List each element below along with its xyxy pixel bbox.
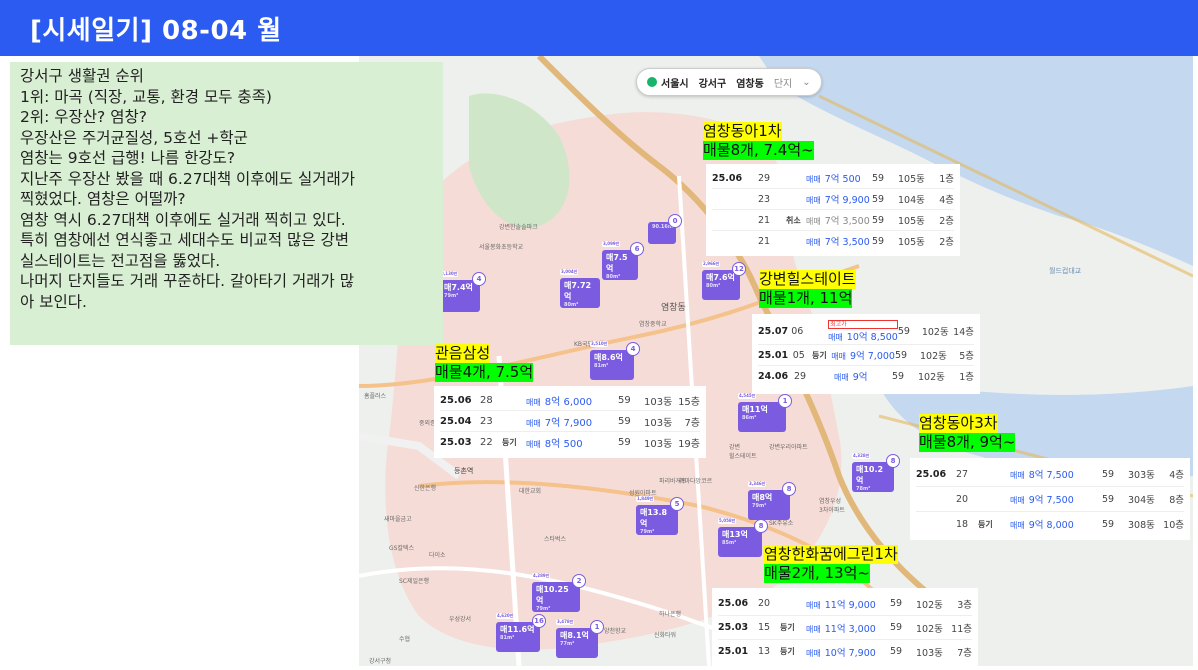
complex-name: 염창동아3차 bbox=[919, 414, 998, 433]
price-marker[interactable]: 90.16m² 0 bbox=[648, 214, 682, 244]
trade-row: 25.01 05 등기 매매 9억 7,000 59 102동 5층 bbox=[758, 345, 974, 366]
note-line: 우장산은 주거균질성, 5호선 +학군 bbox=[20, 128, 248, 147]
place-label: 신화타워 bbox=[654, 632, 677, 639]
note-line: 지난주 우장산 봤을 때 6.27대책 이후에도 실거래가 bbox=[20, 169, 356, 188]
complex-name: 염창한화꿈에그린1차 bbox=[764, 545, 898, 564]
place-label: 3차아파트 bbox=[819, 507, 845, 514]
complex-name: 관음삼성 bbox=[435, 344, 491, 363]
place-label: 등촌역 bbox=[454, 467, 474, 475]
chevron-down-icon[interactable]: ⌄ bbox=[802, 77, 810, 88]
price-marker[interactable]: 3,130만 매7.4억 79m² 4 bbox=[440, 271, 486, 312]
trade-row: 23 매매 7억 9,900 59 104동 4층 bbox=[712, 189, 954, 210]
note-line: 염창는 9호선 급행! 나름 한강도? bbox=[20, 149, 236, 167]
complex-label: 강변힐스테이트 매물1개, 11억 bbox=[759, 270, 856, 308]
complex-filter[interactable]: 단지 bbox=[774, 75, 792, 90]
trade-row: 25.06 29 매매 7억 500 59 105동 1층 bbox=[712, 168, 954, 189]
place-label: 대한교회 bbox=[519, 488, 542, 495]
place-label: 서울봉화초등학교 bbox=[479, 244, 524, 251]
location-district[interactable]: 강서구 bbox=[699, 75, 727, 90]
location-filter-bar[interactable]: 서울시 강서구 염창동 단지 ⌄ bbox=[636, 68, 822, 96]
place-label: 힐스테이트 bbox=[729, 453, 757, 460]
complex-label: 염창한화꿈에그린1차 매물2개, 13억~ bbox=[764, 545, 898, 583]
trade-table: 25.06 20 매매 11억 9,000 59 102동 3층 25.03 15… bbox=[712, 588, 978, 666]
complex-summary: 매물4개, 7.5억 bbox=[435, 363, 534, 382]
trade-row: 25.04 23 매매 7억 7,900 59 103동 7층 bbox=[440, 411, 700, 432]
place-label: GS칼텍스 bbox=[389, 545, 415, 552]
place-label: 염창중학교 bbox=[639, 321, 667, 328]
note-line: 특히 염창에선 연식좋고 세대수도 비교적 많은 강변 bbox=[20, 231, 350, 249]
trade-row: 24.06 29 매매 9억 59 102동 1층 bbox=[758, 370, 974, 384]
complex-label: 염창동아1차 매물8개, 7.4억~ bbox=[703, 122, 814, 160]
trade-row: 21 매매 7억 3,500 59 105동 2층 bbox=[758, 235, 954, 249]
price-marker[interactable]: 4,620만 매11.6억 81m² 16 bbox=[496, 613, 546, 652]
place-label: 강변우리아파트 bbox=[769, 444, 808, 451]
complex-label: 염창동아3차 매물8개, 9억~ bbox=[919, 414, 1016, 452]
complex-summary: 매물2개, 13억~ bbox=[764, 564, 870, 583]
complex-summary: 매물1개, 11억 bbox=[759, 289, 853, 308]
complex-name: 염창동아1차 bbox=[703, 122, 782, 141]
trade-row: 25.07 06 최고가 매매 10억 8,500 59 102동 14층 bbox=[758, 318, 974, 345]
note-line: 강서구 생활권 순위 bbox=[20, 67, 144, 85]
place-label: 월드컵대교 bbox=[1049, 267, 1082, 275]
price-marker[interactable]: 2,966만 매7.6억 80m² 12 bbox=[702, 261, 746, 300]
price-marker[interactable]: 3,004만 매7.72억 80m² bbox=[560, 269, 600, 308]
price-marker[interactable]: 4,545만 매11억 86m² 1 bbox=[738, 393, 792, 432]
place-label: 염창우성 bbox=[819, 498, 842, 505]
record-high-badge: 최고가 bbox=[828, 319, 898, 329]
trade-row: 25.03 15 등기 매매 11억 3,000 59 102동 11층 bbox=[718, 616, 972, 640]
place-label: 스타벅스 bbox=[544, 536, 567, 543]
complex-summary: 매물8개, 7.4억~ bbox=[703, 141, 814, 160]
price-marker[interactable]: 3,099만 매7.5억 80m² 6 bbox=[602, 241, 644, 280]
complex-label: 관음삼성 매물4개, 7.5억 bbox=[435, 344, 534, 382]
note-line: 실스테이트는 전고점을 뚫었다. bbox=[20, 251, 221, 270]
note-line: 염창 역시 6.27대책 이후에도 실거래 찍히고 있다. bbox=[20, 210, 346, 229]
trade-row: 18 등기 매매 9억 8,000 59 308동 10층 bbox=[956, 518, 1184, 532]
location-pin-icon bbox=[647, 77, 657, 87]
place-label: 강변한솔솔파크 bbox=[499, 224, 538, 231]
note-line: 나머지 단지들도 거래 꾸준하다. 갈아타기 거래가 많 bbox=[20, 272, 354, 290]
price-marker[interactable]: 4,328만 매10.2억 78m² 8 bbox=[852, 453, 900, 492]
complex-name: 강변힐스테이트 bbox=[759, 270, 856, 289]
note-line: 1위: 마곡 (직장, 교통, 환경 모두 충족) bbox=[20, 87, 272, 106]
price-marker[interactable]: 5,058만 매13억 85m² 8 bbox=[718, 518, 768, 557]
trade-row: 21 취소 매매 7억 3,500 59 105동 2층 bbox=[712, 210, 954, 231]
place-label: 우성강서 bbox=[449, 616, 472, 623]
note-line: 아 보인다. bbox=[20, 292, 87, 311]
complex-summary: 매물8개, 9억~ bbox=[919, 433, 1016, 452]
place-label-yeomchang: 염창동 bbox=[661, 303, 686, 313]
place-label: 양천향교 bbox=[604, 628, 627, 635]
place-label: 파리바게트 bbox=[659, 478, 687, 485]
trade-table: 25.07 06 최고가 매매 10억 8,500 59 102동 14층 25.0… bbox=[752, 314, 980, 394]
trade-table: 25.06 28 매매 8억 6,000 59 103동 15층 25.04 23… bbox=[434, 386, 706, 458]
place-label: 다이소 bbox=[429, 552, 446, 559]
trade-row: 20 매매 9억 7,500 59 304동 8층 bbox=[916, 487, 1184, 512]
trade-row: 25.06 20 매매 11억 9,000 59 102동 3층 bbox=[718, 592, 972, 616]
trade-table: 25.06 27 매매 8억 7,500 59 303동 4층 20 매매 9억 7… bbox=[910, 458, 1190, 540]
place-label: 홈플러스 bbox=[364, 393, 387, 400]
trade-row: 25.06 27 매매 8억 7,500 59 303동 4층 bbox=[916, 462, 1184, 487]
price-marker[interactable]: 3,346만 매8억 79m² 8 bbox=[748, 481, 796, 520]
place-label: 강서구청 bbox=[369, 658, 392, 665]
place-label: 하나은행 bbox=[659, 611, 682, 618]
location-city[interactable]: 서울시 bbox=[661, 75, 689, 90]
place-label: 새마을금고 bbox=[384, 516, 412, 523]
location-dong[interactable]: 염창동 bbox=[736, 75, 764, 90]
trade-row: 25.03 22 등기 매매 8억 500 59 103동 19층 bbox=[440, 436, 700, 450]
note-line: 2위: 우장산? 염창? bbox=[20, 108, 147, 126]
place-label: SC제일은행 bbox=[399, 578, 430, 585]
trade-table: 25.06 29 매매 7억 500 59 105동 1층 23 매매 7억 9,9… bbox=[706, 164, 960, 256]
place-label: 강변 bbox=[729, 444, 741, 451]
price-marker[interactable]: 1,849만 매13.8억 79m² 5 bbox=[636, 496, 684, 535]
place-label: 수협 bbox=[399, 636, 411, 643]
slide-header: [시세일기] 08-04 월 bbox=[0, 0, 1198, 56]
trade-row: 25.01 13 등기 매매 10억 7,900 59 103동 7층 bbox=[718, 646, 972, 659]
note-line: 찍혔었다. 염창은 어떨까? bbox=[20, 190, 186, 208]
price-marker[interactable]: 3,510만 매8.6억 81m² 4 bbox=[590, 341, 640, 380]
price-marker[interactable]: 3,478만 매8.1억 77m² 1 bbox=[556, 619, 604, 658]
place-label: 신한은행 bbox=[414, 485, 437, 492]
trade-row: 25.06 28 매매 8억 6,000 59 103동 15층 bbox=[440, 390, 700, 411]
slide-title: [시세일기] 08-04 월 bbox=[30, 16, 282, 46]
note-box: 강서구 생활권 순위 1위: 마곡 (직장, 교통, 환경 모두 충족) 2위:… bbox=[10, 62, 443, 345]
price-marker[interactable]: 4,289만 매10.25억 79m² 2 bbox=[532, 573, 586, 612]
